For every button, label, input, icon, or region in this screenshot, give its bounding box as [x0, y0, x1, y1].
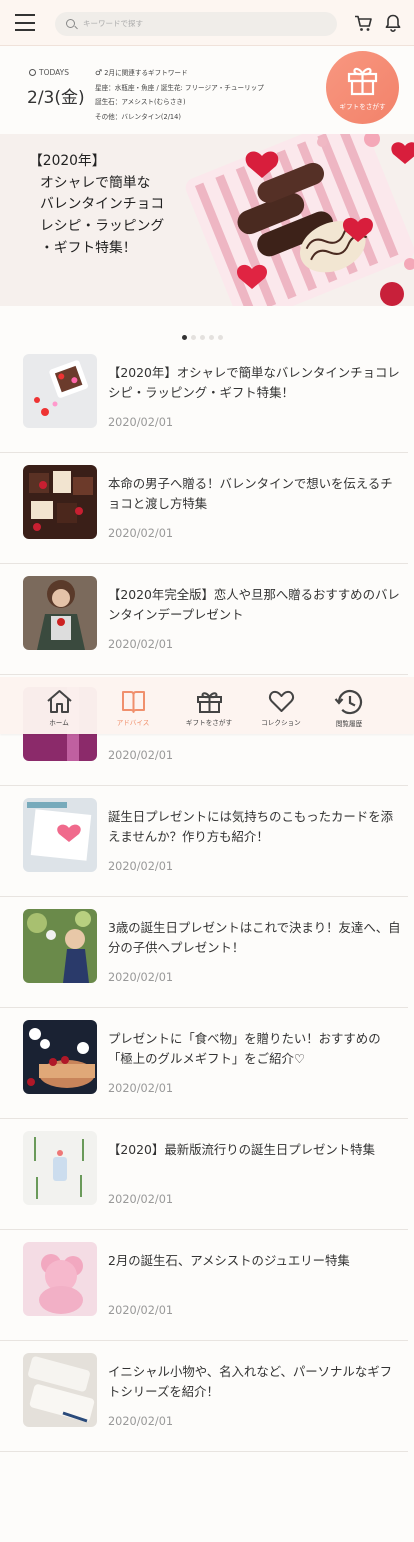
article-thumbnail: [23, 909, 97, 983]
heart-icon: [268, 690, 294, 712]
search-icon: [66, 19, 75, 28]
carousel-dot[interactable]: [191, 335, 196, 340]
nav-home-label: ホーム: [49, 719, 69, 727]
article-thumbnail: [23, 576, 97, 650]
carousel-dot[interactable]: [200, 335, 205, 340]
article-title: イニシャル小物や、名入れなど、パーソナルなギフトシリーズを紹介！: [108, 1364, 392, 1399]
clock-icon: [29, 69, 36, 76]
article-thumbnail: [23, 1353, 97, 1427]
article-date: 2020/02/01: [108, 860, 174, 873]
gift-icon: [347, 67, 378, 96]
nav-history[interactable]: 閲覧履歴: [313, 677, 385, 728]
nav-advice[interactable]: アドバイス: [97, 677, 169, 727]
hero-title-line: オシャレで簡単な: [40, 174, 151, 191]
hero-banner[interactable]: 【2020年】 オシャレで簡単な バレンタインチョコ レシピ・ラッピング ・ギフ…: [0, 134, 414, 306]
hero-title-line: レシピ・ラッピング: [40, 218, 165, 235]
article-date: 2020/02/01: [108, 1415, 174, 1428]
nav-gift-search-label: ギフトをさがす: [185, 719, 233, 727]
article-title: 誕生日プレゼントには気持ちのこもったカードを添えませんか？作り方も紹介！: [108, 809, 393, 844]
list-item[interactable]: 【2020年】オシャレで簡単なバレンタインチョコレシピ・ラッピング・ギフト特集！…: [0, 342, 408, 453]
cart-icon[interactable]: [354, 15, 372, 32]
article-thumbnail: [23, 465, 97, 539]
article-title: 2月の誕生石、アメシストのジュエリー特集: [108, 1253, 350, 1268]
today-label: TODAYS: [29, 68, 69, 77]
hero-title-line: バレンタインチョコ: [40, 196, 165, 213]
gift-word-line: その他：バレンタイン(2/14): [95, 112, 181, 121]
bell-icon[interactable]: [385, 14, 401, 32]
article-date: 2020/02/01: [108, 416, 174, 429]
hero-title-line: ・ギフト特集！: [40, 239, 137, 256]
gift-search-label: ギフトをさがす: [339, 103, 386, 111]
article-date: 2020/02/01: [108, 1193, 174, 1206]
nav-history-label: 閲覧履歴: [335, 720, 363, 728]
list-item[interactable]: 【2020年完全版】恋人や旦那へ贈るおすすめのバレンタインデープレゼント 202…: [0, 564, 408, 675]
nav-collection[interactable]: コレクション: [245, 677, 317, 727]
list-item[interactable]: 3歳の誕生日プレゼントはこれで決まり！友達へ、自分の子供へプレゼント！ 2020…: [0, 897, 408, 1008]
article-list: 【2020年】オシャレで簡単なバレンタインチョコレシピ・ラッピング・ギフト特集！…: [0, 342, 414, 1452]
list-item[interactable]: 2月の誕生石、アメシストのジュエリー特集 2020/02/01: [0, 1230, 408, 1341]
article-date: 2020/02/01: [108, 638, 174, 651]
list-item[interactable]: 【2020】最新版流行りの誕生日プレゼント特集 2020/02/01: [0, 1119, 408, 1230]
article-thumbnail: [23, 798, 97, 872]
gift-word-line: 星座：水瓶座・魚座 / 誕生花: フリージア・チューリップ: [95, 83, 264, 92]
search-placeholder: キーワードで探す: [83, 19, 143, 28]
today-panel: TODAYS 2/3(金) ♂︎ 2月に関連するギフトワード 星座：水瓶座・魚座…: [0, 46, 414, 134]
article-title: 【2020年】オシャレで簡単なバレンタインチョコレシピ・ラッピング・ギフト特集！: [108, 365, 400, 400]
article-date: 2020/02/01: [108, 527, 174, 540]
article-thumbnail: [23, 1242, 97, 1316]
carousel-dot[interactable]: [182, 335, 187, 340]
article-title: 【2020年完全版】恋人や旦那へ贈るおすすめのバレンタインデープレゼント: [108, 587, 400, 622]
article-date: 2020/02/01: [108, 971, 174, 984]
list-item[interactable]: 誕生日プレゼントには気持ちのこもったカードを添えませんか？作り方も紹介！ 202…: [0, 786, 408, 897]
app-header: キーワードで探す: [0, 0, 414, 46]
article-title: 【2020】最新版流行りの誕生日プレゼント特集: [108, 1142, 375, 1157]
article-date: 2020/02/01: [108, 1304, 174, 1317]
gift-word-line: 誕生石：アメシスト(むらさき): [95, 98, 186, 106]
carousel-dot[interactable]: [209, 335, 214, 340]
gift-icon: [196, 692, 222, 713]
gift-word-title: ♂︎ 2月に関連するギフトワード: [95, 68, 188, 77]
history-icon: [334, 689, 363, 715]
carousel-dot[interactable]: [218, 335, 223, 340]
gift-word-info: ♂︎ 2月に関連するギフトワード 星座：水瓶座・魚座 / 誕生花: フリージア・…: [95, 66, 264, 124]
article-title: 3歳の誕生日プレゼントはこれで決まり！友達へ、自分の子供へプレゼント！: [108, 920, 401, 955]
article-thumbnail: [23, 354, 97, 428]
home-icon: [46, 690, 72, 713]
list-item[interactable]: 本命の男子へ贈る！バレンタインで想いを伝えるチョコと渡し方特集 2020/02/…: [0, 453, 408, 564]
book-icon: [121, 691, 145, 713]
article-date: 2020/02/01: [108, 1082, 174, 1095]
nav-advice-label: アドバイス: [116, 719, 150, 727]
nav-gift-search[interactable]: ギフトをさがす: [173, 677, 245, 727]
menu-icon[interactable]: [15, 14, 35, 31]
nav-collection-label: コレクション: [261, 719, 301, 727]
article-title: プレゼントに「食べ物」を贈りたい！おすすめの「極上のグルメギフト」をご紹介♡: [108, 1031, 381, 1066]
search-input[interactable]: キーワードで探す: [55, 12, 337, 36]
nav-home[interactable]: ホーム: [23, 677, 95, 727]
gift-search-button[interactable]: ギフトをさがす: [326, 51, 399, 124]
article-date: 2020/02/01: [108, 749, 174, 762]
hero-title: 【2020年】 オシャレで簡単な バレンタインチョコ レシピ・ラッピング ・ギフ…: [29, 151, 164, 260]
list-item[interactable]: イニシャル小物や、名入れなど、パーソナルなギフトシリーズを紹介！ 2020/02…: [0, 1341, 408, 1452]
article-thumbnail: [23, 1020, 97, 1094]
article-thumbnail: [23, 1131, 97, 1205]
bottom-navigation: ホーム アドバイス ギフトをさがす コレクション 閲覧履歴: [0, 677, 414, 734]
article-title: 本命の男子へ贈る！バレンタインで想いを伝えるチョコと渡し方特集: [108, 476, 393, 511]
list-item[interactable]: プレゼントに「食べ物」を贈りたい！おすすめの「極上のグルメギフト」をご紹介♡ 2…: [0, 1008, 408, 1119]
today-date: 2/3(金): [27, 88, 85, 108]
hero-title-line: 【2020年】: [29, 153, 106, 169]
